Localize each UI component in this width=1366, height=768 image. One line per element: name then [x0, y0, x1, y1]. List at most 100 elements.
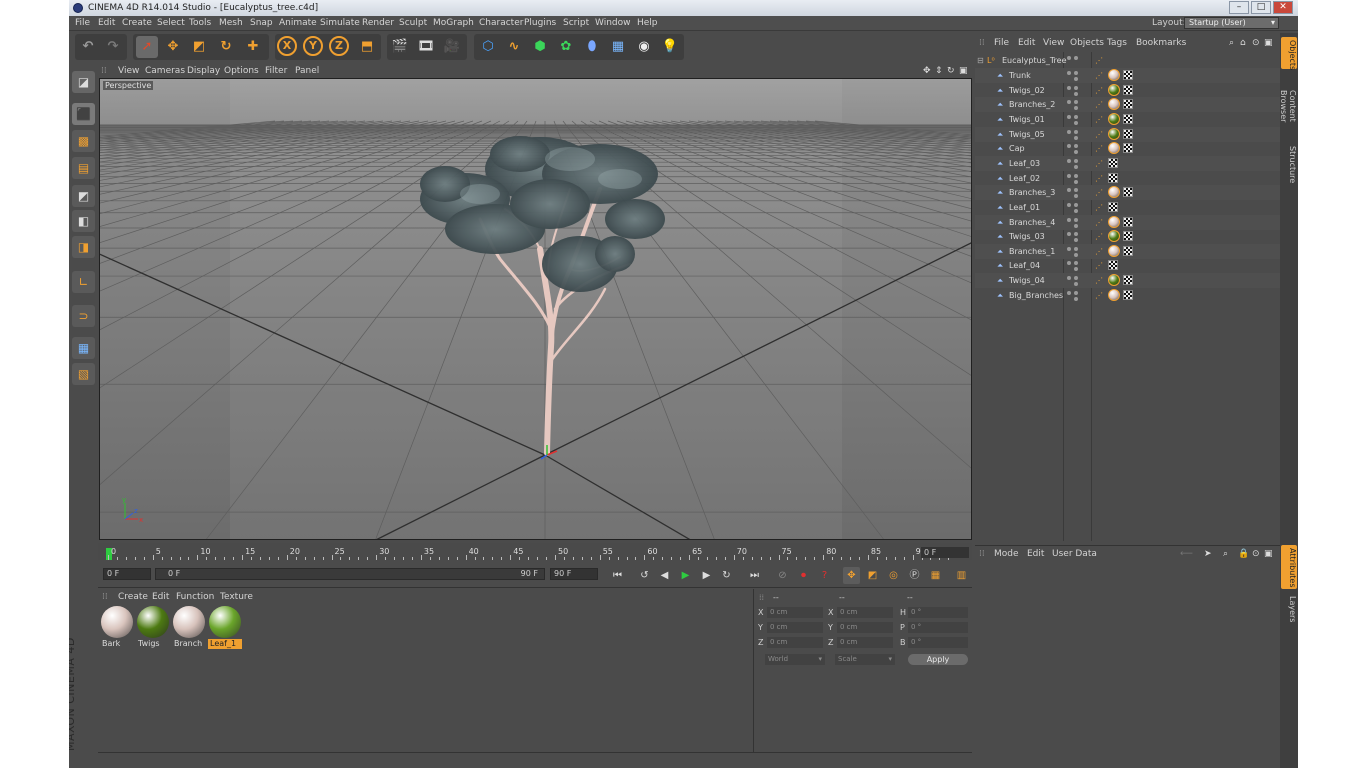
array-icon[interactable]: ✿ — [555, 36, 577, 58]
render-view-icon[interactable]: 🎬 — [389, 36, 411, 58]
coordinate-value-field[interactable]: 0 ° — [908, 607, 968, 618]
menu-file[interactable]: File — [75, 18, 90, 28]
object-menu-bookmarks[interactable]: Bookmarks — [1136, 38, 1186, 48]
material-menu-function[interactable]: Function — [176, 592, 214, 602]
object-menu-edit[interactable]: Edit — [1018, 38, 1035, 48]
texture-tag-icon[interactable] — [1123, 231, 1133, 242]
phong-tag-icon[interactable]: ⋰ — [1095, 261, 1105, 270]
menu-sculpt[interactable]: Sculpt — [399, 18, 427, 28]
play-icon[interactable]: ▶ — [677, 567, 694, 584]
menu-window[interactable]: Window — [595, 18, 631, 28]
menu-tools[interactable]: Tools — [189, 18, 211, 28]
floor-icon[interactable]: ▦ — [607, 36, 629, 58]
live-selection-icon[interactable]: ➚ — [136, 36, 158, 58]
material-tag-icon[interactable] — [1108, 274, 1120, 287]
camera-icon[interactable]: ◉ — [633, 36, 655, 58]
menu-plugins[interactable]: Plugins — [524, 18, 556, 28]
pointer-icon[interactable]: ➤ — [1204, 549, 1212, 559]
render-visibility-dot[interactable] — [1074, 164, 1078, 169]
texture-tag-icon[interactable] — [1123, 275, 1133, 286]
texture-tag-icon[interactable] — [1123, 187, 1133, 198]
tab-structure[interactable]: Structure — [1281, 143, 1297, 185]
viewport-menu-filter[interactable]: Filter — [265, 66, 287, 76]
key-rotation-icon[interactable]: ◎ — [885, 567, 902, 584]
z-axis-icon[interactable]: Z — [329, 36, 349, 56]
texture-tag-icon[interactable] — [1123, 143, 1133, 154]
visibility-dots[interactable] — [1067, 217, 1079, 228]
material-tag-icon[interactable] — [1108, 83, 1120, 96]
material-menu-create[interactable]: Create — [118, 592, 148, 602]
viewport-menu-display[interactable]: Display — [187, 66, 220, 76]
phong-tag-icon[interactable]: ⋰ — [1095, 291, 1105, 300]
visibility-dots[interactable] — [1067, 129, 1079, 140]
texture-tag-icon[interactable] — [1123, 70, 1133, 80]
object-menu-file[interactable]: File — [994, 38, 1009, 48]
key-parameter-icon[interactable]: Ⓟ — [906, 567, 923, 584]
object-row[interactable]: ⏶ Leaf_02 ⋰ — [975, 171, 1280, 186]
editor-visibility-dot[interactable] — [1067, 56, 1071, 60]
object-menu-objects[interactable]: Objects — [1070, 38, 1104, 48]
start-frame-field[interactable]: 0 F — [103, 568, 151, 580]
object-row[interactable]: ⏶ Twigs_02 ⋰ — [975, 83, 1280, 98]
render-visibility-dot[interactable] — [1074, 150, 1078, 155]
editor-visibility-dot[interactable] — [1067, 100, 1071, 105]
redo-icon[interactable]: ↷ — [102, 36, 124, 58]
texture-tag-icon[interactable] — [1108, 260, 1118, 271]
editor-visibility-dot[interactable] — [1074, 261, 1078, 266]
go-to-start-icon[interactable]: ⏮ — [609, 567, 626, 584]
close-button[interactable]: ✕ — [1273, 1, 1293, 14]
coordinate-system-icon[interactable]: ⬒ — [356, 36, 378, 58]
editor-visibility-dot[interactable] — [1067, 188, 1071, 193]
menu-select[interactable]: Select — [157, 18, 185, 28]
phong-tag-icon[interactable]: ⋰ — [1095, 56, 1105, 65]
editor-visibility-dot[interactable] — [1074, 129, 1078, 134]
menu-render[interactable]: Render — [362, 18, 394, 28]
editor-visibility-dot[interactable] — [1067, 290, 1071, 295]
polygons-mode-icon[interactable]: ◨ — [72, 236, 95, 258]
timeline-scale[interactable]: 051015202530354045505560657075808590 — [106, 546, 950, 560]
editor-visibility-dot[interactable] — [1067, 114, 1071, 119]
lock-icon[interactable]: 🔒 — [1238, 549, 1249, 559]
menu-snap[interactable]: Snap — [250, 18, 273, 28]
visibility-dots[interactable] — [1067, 55, 1079, 66]
object-row[interactable]: ⏶ Twigs_01 ⋰ — [975, 112, 1280, 127]
menu-animate[interactable]: Animate — [279, 18, 317, 28]
render-visibility-dot[interactable] — [1074, 77, 1078, 81]
editor-visibility-dot[interactable] — [1074, 85, 1078, 90]
timeline-ruler[interactable]: 051015202530354045505560657075808590 0 F — [98, 543, 972, 560]
object-row[interactable]: ⏶ Cap ⋰ — [975, 141, 1280, 156]
rotate-icon[interactable]: ↻ — [215, 36, 237, 58]
menu-mograph[interactable]: MoGraph — [433, 18, 474, 28]
previous-frame-icon[interactable]: ◀ — [656, 567, 673, 584]
phong-tag-icon[interactable]: ⋰ — [1095, 100, 1105, 109]
tab-content-browser[interactable]: Content Browser — [1279, 73, 1297, 139]
visibility-dots[interactable] — [1067, 158, 1079, 169]
object-menu-tags[interactable]: Tags — [1107, 38, 1127, 48]
object-row[interactable]: ⏶ Twigs_03 ⋰ — [975, 229, 1280, 244]
dolly-icon[interactable]: ⇕ — [935, 66, 943, 76]
editor-visibility-dot[interactable] — [1067, 144, 1071, 149]
editor-visibility-dot[interactable] — [1067, 85, 1071, 90]
undo-icon[interactable]: ↶ — [77, 36, 99, 58]
scale-icon[interactable]: ◩ — [188, 36, 210, 58]
material-swatch[interactable]: Branch — [172, 605, 206, 651]
axis-mode-icon[interactable]: ∟ — [72, 271, 95, 293]
phong-tag-icon[interactable]: ⋰ — [1095, 203, 1105, 212]
phong-tag-icon[interactable]: ⋰ — [1095, 86, 1105, 95]
menu-character[interactable]: Character — [479, 18, 523, 28]
visibility-dots[interactable] — [1067, 85, 1079, 96]
light-icon[interactable]: 💡 — [659, 36, 681, 58]
move-icon[interactable]: ✥ — [162, 36, 184, 58]
texture-tag-icon[interactable] — [1108, 157, 1118, 168]
edges-mode-icon[interactable]: ◧ — [72, 210, 95, 232]
material-tag-icon[interactable] — [1108, 98, 1120, 111]
new-view-icon[interactable]: ▣ — [1264, 549, 1273, 559]
viewport-menu-cameras[interactable]: Cameras — [145, 66, 185, 76]
tab-attributes[interactable]: Attributes — [1281, 545, 1297, 589]
editor-visibility-dot[interactable] — [1074, 173, 1078, 178]
material-menu-texture[interactable]: Texture — [220, 592, 253, 602]
texture-tag-icon[interactable] — [1123, 113, 1133, 124]
render-visibility-dot[interactable] — [1074, 252, 1078, 257]
coordinate-value-field[interactable]: 0 ° — [908, 622, 968, 633]
workplane-icon[interactable]: ▤ — [72, 157, 95, 179]
